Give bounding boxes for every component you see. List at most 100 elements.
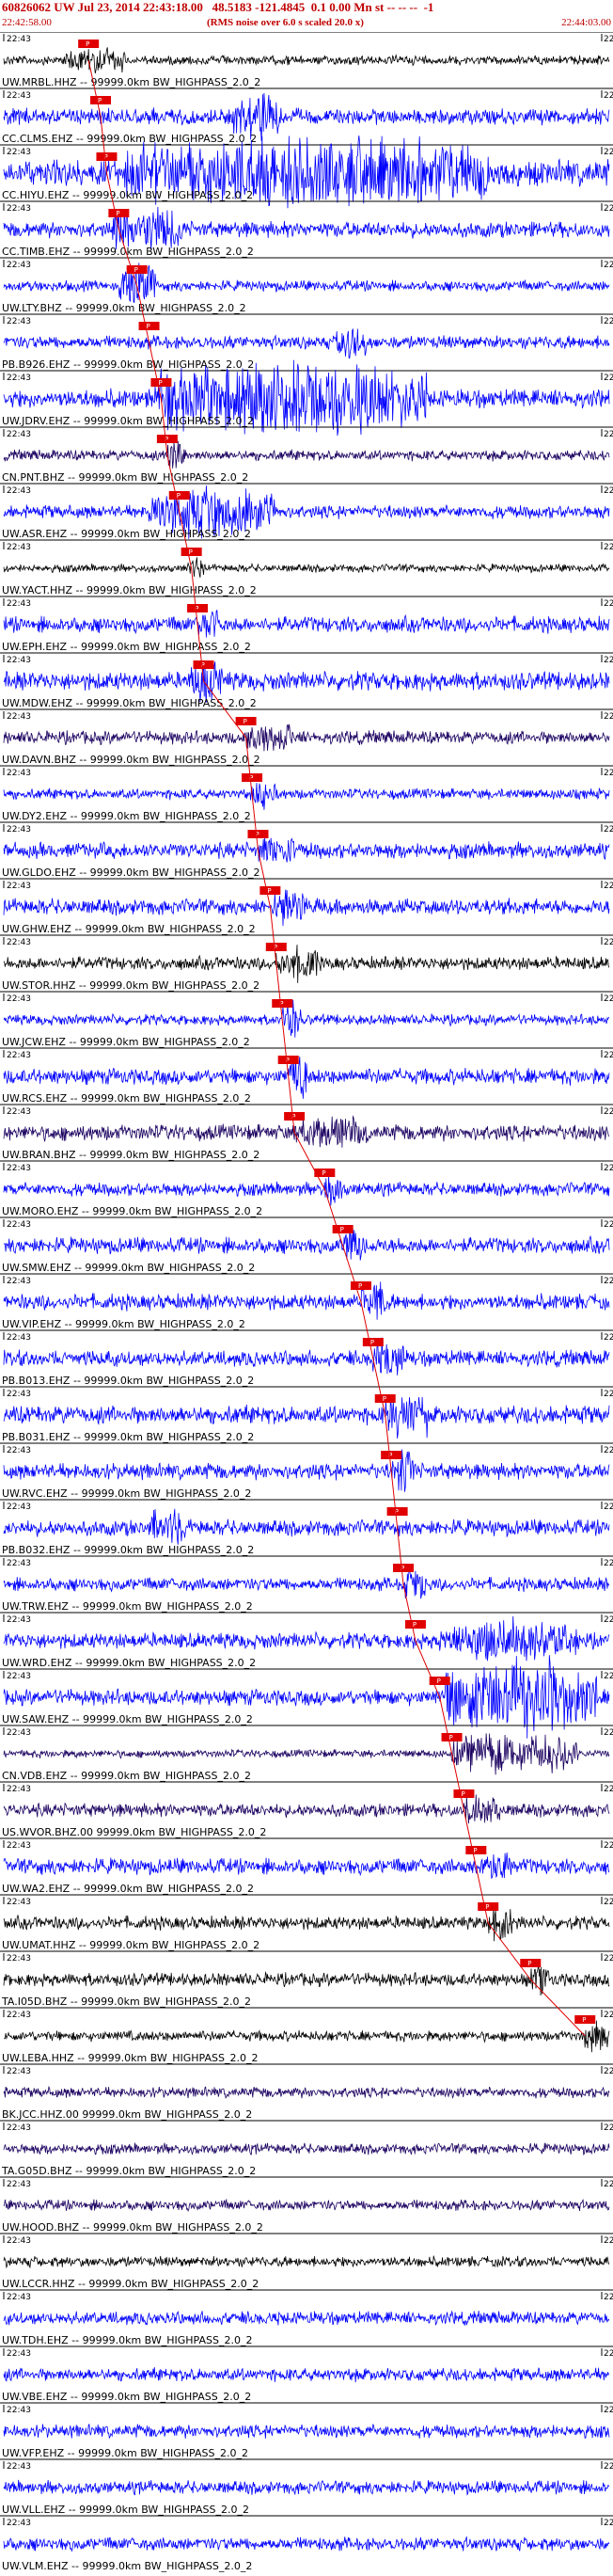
waveform-trace bbox=[3, 2479, 610, 2496]
tick-label-left: 22:43 bbox=[7, 1390, 31, 1399]
waveform-trace bbox=[3, 889, 610, 927]
station-label: UW.LEBA.HHZ -- 99999.0km BW_HIGHPASS_2.0… bbox=[2, 2052, 258, 2064]
pick-label: P bbox=[98, 97, 102, 104]
station-label: UW.LCCR.HHZ -- 99999.0km BW_HIGHPASS_2.0… bbox=[2, 2278, 259, 2290]
tick-label-right: 22:4 bbox=[604, 1333, 613, 1343]
tick-label-left: 22:43 bbox=[7, 1164, 31, 1173]
station-label: US.WVOR.BHZ.00 99999.0km BW_HIGHPASS_2.0… bbox=[2, 1826, 266, 1838]
tick-label-right: 22:4 bbox=[604, 1559, 613, 1568]
tick-label-right: 22:4 bbox=[604, 486, 613, 496]
station-label: UW.VBE.EHZ -- 99999.0km BW_HIGHPASS_2.0_… bbox=[2, 2391, 251, 2403]
waveform-trace bbox=[3, 1906, 610, 1942]
station-label: UW.VIP.EHZ -- 99999.0km BW_HIGHPASS_2.0_… bbox=[2, 1318, 245, 1330]
tick-label-left: 22:43 bbox=[7, 1277, 31, 1286]
tick-label-left: 22:43 bbox=[7, 2236, 31, 2246]
station-label: CN.PNT.BHZ -- 99999.0km BW_HIGHPASS_2.0_… bbox=[2, 471, 248, 484]
tick-label-left: 22:43 bbox=[7, 2011, 31, 2020]
station-label: CN.VDB.EHZ -- 99999.0km BW_HIGHPASS_2.0_… bbox=[2, 1770, 251, 1782]
tick-label-left: 22:43 bbox=[7, 2519, 31, 2528]
tick-label-right: 22:4 bbox=[604, 2293, 613, 2302]
waveform-trace bbox=[3, 1281, 610, 1320]
station-label: CC.HIYU.EHZ -- 99999.0km BW_HIGHPASS_2.0… bbox=[2, 189, 253, 201]
waveform-trace bbox=[3, 836, 610, 863]
pick-label: P bbox=[358, 1282, 362, 1290]
tick-label-left: 22:43 bbox=[7, 599, 31, 609]
tick-label-right: 22:4 bbox=[604, 317, 613, 326]
station-label: UW.LTY.BHZ -- 99999.0km BW_HIGHPASS_2.0_… bbox=[2, 302, 246, 314]
tick-label-right: 22:4 bbox=[604, 1051, 613, 1060]
tick-label-right: 22:4 bbox=[604, 204, 613, 214]
waveform-trace bbox=[3, 1615, 610, 1662]
tick-label-right: 22:4 bbox=[604, 374, 613, 383]
pick-label: P bbox=[582, 2016, 586, 2024]
station-label: UW.GHW.EHZ -- 99999.0km BW_HIGHPASS_2.0_… bbox=[2, 923, 256, 935]
tick-label-left: 22:43 bbox=[7, 35, 31, 44]
tick-label-right: 22:4 bbox=[604, 2236, 613, 2246]
station-label: UW.RVC.EHZ -- 99999.0km BW_HIGHPASS_2.0_… bbox=[2, 1487, 251, 1500]
pick-label: P bbox=[449, 1734, 453, 1741]
station-label: UW.SAW.EHZ -- 99999.0km BW_HIGHPASS_2.0_… bbox=[2, 1713, 253, 1725]
waveform-trace bbox=[3, 2086, 610, 2099]
tick-label-right: 22:4 bbox=[604, 1107, 613, 1117]
station-label: UW.TRW.EHZ -- 99999.0km BW_HIGHPASS_2.0_… bbox=[2, 1600, 253, 1613]
pick-label: P bbox=[461, 1790, 464, 1798]
tick-label-right: 22:4 bbox=[604, 2067, 613, 2076]
seismogram-panel: 22:43 22:4 UW.MRBL.HHZ -- 99999.0km BW_HIG… bbox=[0, 32, 613, 2572]
tick-label-left: 22:43 bbox=[7, 2067, 31, 2076]
tick-label-left: 22:43 bbox=[7, 1333, 31, 1343]
tick-label-left: 22:43 bbox=[7, 825, 31, 835]
station-label: UW.SMW.EHZ -- 99999.0km BW_HIGHPASS_2.0_… bbox=[2, 1262, 255, 1274]
station-label: UW.MDW.EHZ -- 99999.0km BW_HIGHPASS_2.0_… bbox=[2, 697, 257, 709]
station-label: UW.WA2.EHZ -- 99999.0km BW_HIGHPASS_2.0_… bbox=[2, 1883, 254, 1895]
tick-label-left: 22:43 bbox=[7, 1898, 31, 1907]
waveform-trace bbox=[3, 999, 610, 1038]
station-label: UW.VLL.EHZ -- 99999.0km BW_HIGHPASS_2.0_… bbox=[2, 2504, 249, 2516]
waveform-trace bbox=[3, 1508, 610, 1545]
waveform-trace bbox=[3, 1228, 610, 1261]
pick-label: P bbox=[134, 266, 138, 274]
pick-label: P bbox=[116, 210, 119, 217]
pick-label: P bbox=[437, 1678, 441, 1685]
tick-label-left: 22:43 bbox=[7, 2293, 31, 2302]
tick-label-left: 22:43 bbox=[7, 1446, 31, 1455]
pick-label: P bbox=[86, 40, 89, 48]
waveform-trace bbox=[3, 1449, 610, 1492]
station-label: UW.STOR.HHZ -- 99999.0km BW_HIGHPASS_2.0… bbox=[2, 979, 259, 992]
waveform-trace bbox=[3, 557, 610, 578]
waveform-trace bbox=[3, 1852, 610, 1880]
station-label: UW.GLDO.EHZ -- 99999.0km BW_HIGHPASS_2.0… bbox=[2, 867, 260, 879]
station-label: UW.VLM.EHZ -- 99999.0km BW_HIGHPASS_2.0_… bbox=[2, 2560, 252, 2572]
tick-label-right: 22:4 bbox=[604, 1220, 613, 1230]
tick-label-right: 22:4 bbox=[604, 1164, 613, 1173]
tick-label-right: 22:4 bbox=[604, 2519, 613, 2528]
tick-label-right: 22:4 bbox=[604, 1277, 613, 1286]
tick-label-right: 22:4 bbox=[604, 430, 613, 439]
tick-label-left: 22:43 bbox=[7, 148, 31, 157]
waveform-trace bbox=[3, 2536, 610, 2552]
tick-label-left: 22:43 bbox=[7, 1728, 31, 1738]
tick-label-right: 22:4 bbox=[604, 994, 613, 1004]
tick-label-left: 22:43 bbox=[7, 2462, 31, 2472]
tick-label-right: 22:4 bbox=[604, 1503, 613, 1512]
station-label: PB.B031.EHZ -- 99999.0km BW_HIGHPASS_2.0… bbox=[2, 1431, 254, 1443]
pick-label: P bbox=[147, 323, 150, 330]
tick-label-right: 22:4 bbox=[604, 2123, 613, 2133]
tick-label-right: 22:4 bbox=[604, 1390, 613, 1399]
tick-label-left: 22:43 bbox=[7, 656, 31, 665]
pick-label: P bbox=[244, 718, 247, 725]
tick-label-right: 22:4 bbox=[604, 35, 613, 44]
tick-label-left: 22:43 bbox=[7, 2349, 31, 2359]
waveform-trace bbox=[3, 1566, 610, 1599]
tick-label-left: 22:43 bbox=[7, 882, 31, 891]
waveform-trace bbox=[3, 945, 610, 983]
tick-label-left: 22:43 bbox=[7, 1954, 31, 1964]
tick-label-left: 22:43 bbox=[7, 374, 31, 383]
station-label: UW.JCW.EHZ -- 99999.0km BW_HIGHPASS_2.0_… bbox=[2, 1036, 250, 1048]
tick-label-right: 22:4 bbox=[604, 148, 613, 157]
station-label: UW.HOOD.BHZ -- 99999.0km BW_HIGHPASS_2.0… bbox=[2, 2221, 263, 2234]
station-label: PB.B926.EHZ -- 99999.0km BW_HIGHPASS_2.0… bbox=[2, 358, 254, 371]
tick-label-left: 22:43 bbox=[7, 204, 31, 214]
tick-label-left: 22:43 bbox=[7, 1672, 31, 1681]
tick-label-left: 22:43 bbox=[7, 1220, 31, 1230]
tick-label-right: 22:4 bbox=[604, 1672, 613, 1681]
